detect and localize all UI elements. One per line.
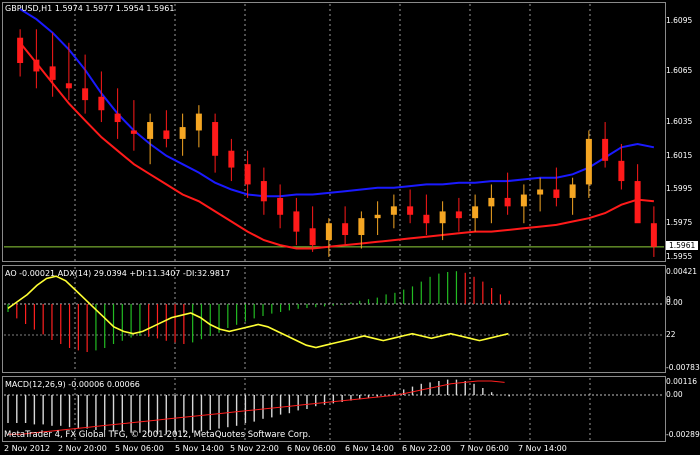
candle-body	[325, 223, 332, 241]
candle-body	[569, 184, 576, 198]
candle-body	[195, 113, 202, 131]
time-tick: 7 Nov 06:00	[460, 444, 509, 453]
time-tick: 5 Nov 14:00	[175, 444, 224, 453]
candle-body	[455, 211, 462, 219]
time-tick: 6 Nov 22:00	[402, 444, 451, 453]
candle-body	[163, 130, 170, 139]
candle-body	[244, 164, 251, 185]
candle-body	[374, 214, 381, 219]
candle-body	[423, 214, 430, 224]
price-tick: 1.6015	[666, 150, 693, 160]
ao-title: AO -0.00021	[5, 269, 56, 278]
candle-body	[358, 218, 365, 236]
time-tick: 2 Nov 20:00	[58, 444, 107, 453]
ao-tick: 22	[666, 330, 676, 339]
time-tick: 6 Nov 14:00	[345, 444, 394, 453]
time-tick: 7 Nov 14:00	[518, 444, 567, 453]
price-tick: 1.6065	[666, 66, 693, 76]
candle-body	[65, 83, 72, 89]
ao-tick: 0	[666, 295, 671, 304]
price-tick: 1.5975	[666, 218, 693, 228]
candle-body	[537, 189, 544, 195]
candle-body	[17, 37, 24, 64]
symbol-name: GBPUSD,H1	[5, 4, 53, 13]
macd-tick: 0.00116	[666, 377, 698, 386]
macd-tick: 0.00	[666, 390, 683, 399]
candle-body	[553, 189, 560, 198]
ao-adx-plot[interactable]	[0, 264, 700, 374]
candle-body	[618, 160, 625, 182]
time-tick: 2 Nov 2012	[4, 444, 51, 453]
time-tick: 5 Nov 22:00	[230, 444, 279, 453]
candle-body	[212, 122, 219, 156]
band-line	[19, 8, 655, 198]
candle-body	[33, 59, 40, 72]
price-tick: 1.6035	[666, 117, 693, 127]
time-tick: 5 Nov 06:00	[115, 444, 164, 453]
macd-tick: -0.00289	[666, 430, 700, 439]
main-chart-plot[interactable]	[0, 0, 700, 263]
adx-title: ADX(14) 29.0394 +DI:11.3407 -DI:32.9817	[57, 269, 231, 278]
candle-body	[130, 130, 137, 134]
candle-body	[407, 206, 414, 215]
copyright-text: MetaTrader 4, FX Global TFG, © 2001-2012…	[4, 430, 311, 440]
candle-body	[650, 223, 657, 247]
band-line	[19, 42, 655, 250]
candle-body	[309, 228, 316, 246]
candle-body	[228, 150, 235, 168]
ao-adx-pane[interactable]: AO -0.00021 ADX(14) 29.0394 +DI:11.3407 …	[0, 264, 700, 374]
candle-body	[488, 197, 495, 207]
current-price-tag: 1.5961	[666, 241, 699, 250]
price-tick: 1.5955	[666, 251, 693, 261]
ao-tick: -0.00783	[666, 363, 700, 372]
candle-body	[342, 223, 349, 236]
candle-body	[585, 138, 592, 185]
ohlc-values: 1.5974 1.5977 1.5954 1.5961	[54, 4, 175, 13]
candle-body	[293, 211, 300, 232]
candle-body	[602, 138, 609, 161]
ao-tick: 0.00421	[666, 267, 698, 276]
price-tick: 1.6095	[666, 15, 693, 25]
candle-body	[472, 206, 479, 219]
candle-body	[520, 194, 527, 207]
candle-body	[277, 197, 284, 215]
adx-line	[7, 275, 509, 349]
candle-body	[49, 66, 56, 80]
candle-body	[179, 127, 186, 139]
candle-body	[82, 88, 89, 101]
candle-body	[114, 113, 121, 123]
candle-body	[98, 96, 105, 111]
price-tick: 1.5995	[666, 184, 693, 194]
macd-legend: MACD(12,26,9) -0.00006 0.00066	[5, 380, 140, 389]
candle-body	[260, 181, 267, 202]
ao-legend: AO -0.00021 ADX(14) 29.0394 +DI:11.3407 …	[5, 269, 230, 278]
candle-body	[504, 197, 511, 207]
candle-body	[390, 206, 397, 215]
main-chart-pane[interactable]: GBPUSD,H1 1.5974 1.5977 1.5954 1.5961 1.…	[0, 0, 700, 263]
symbol-title: GBPUSD,H1 1.5974 1.5977 1.5954 1.5961	[5, 4, 174, 13]
candle-body	[147, 122, 154, 139]
time-tick: 6 Nov 06:00	[287, 444, 336, 453]
candle-body	[439, 211, 446, 224]
candle-body	[634, 181, 641, 224]
